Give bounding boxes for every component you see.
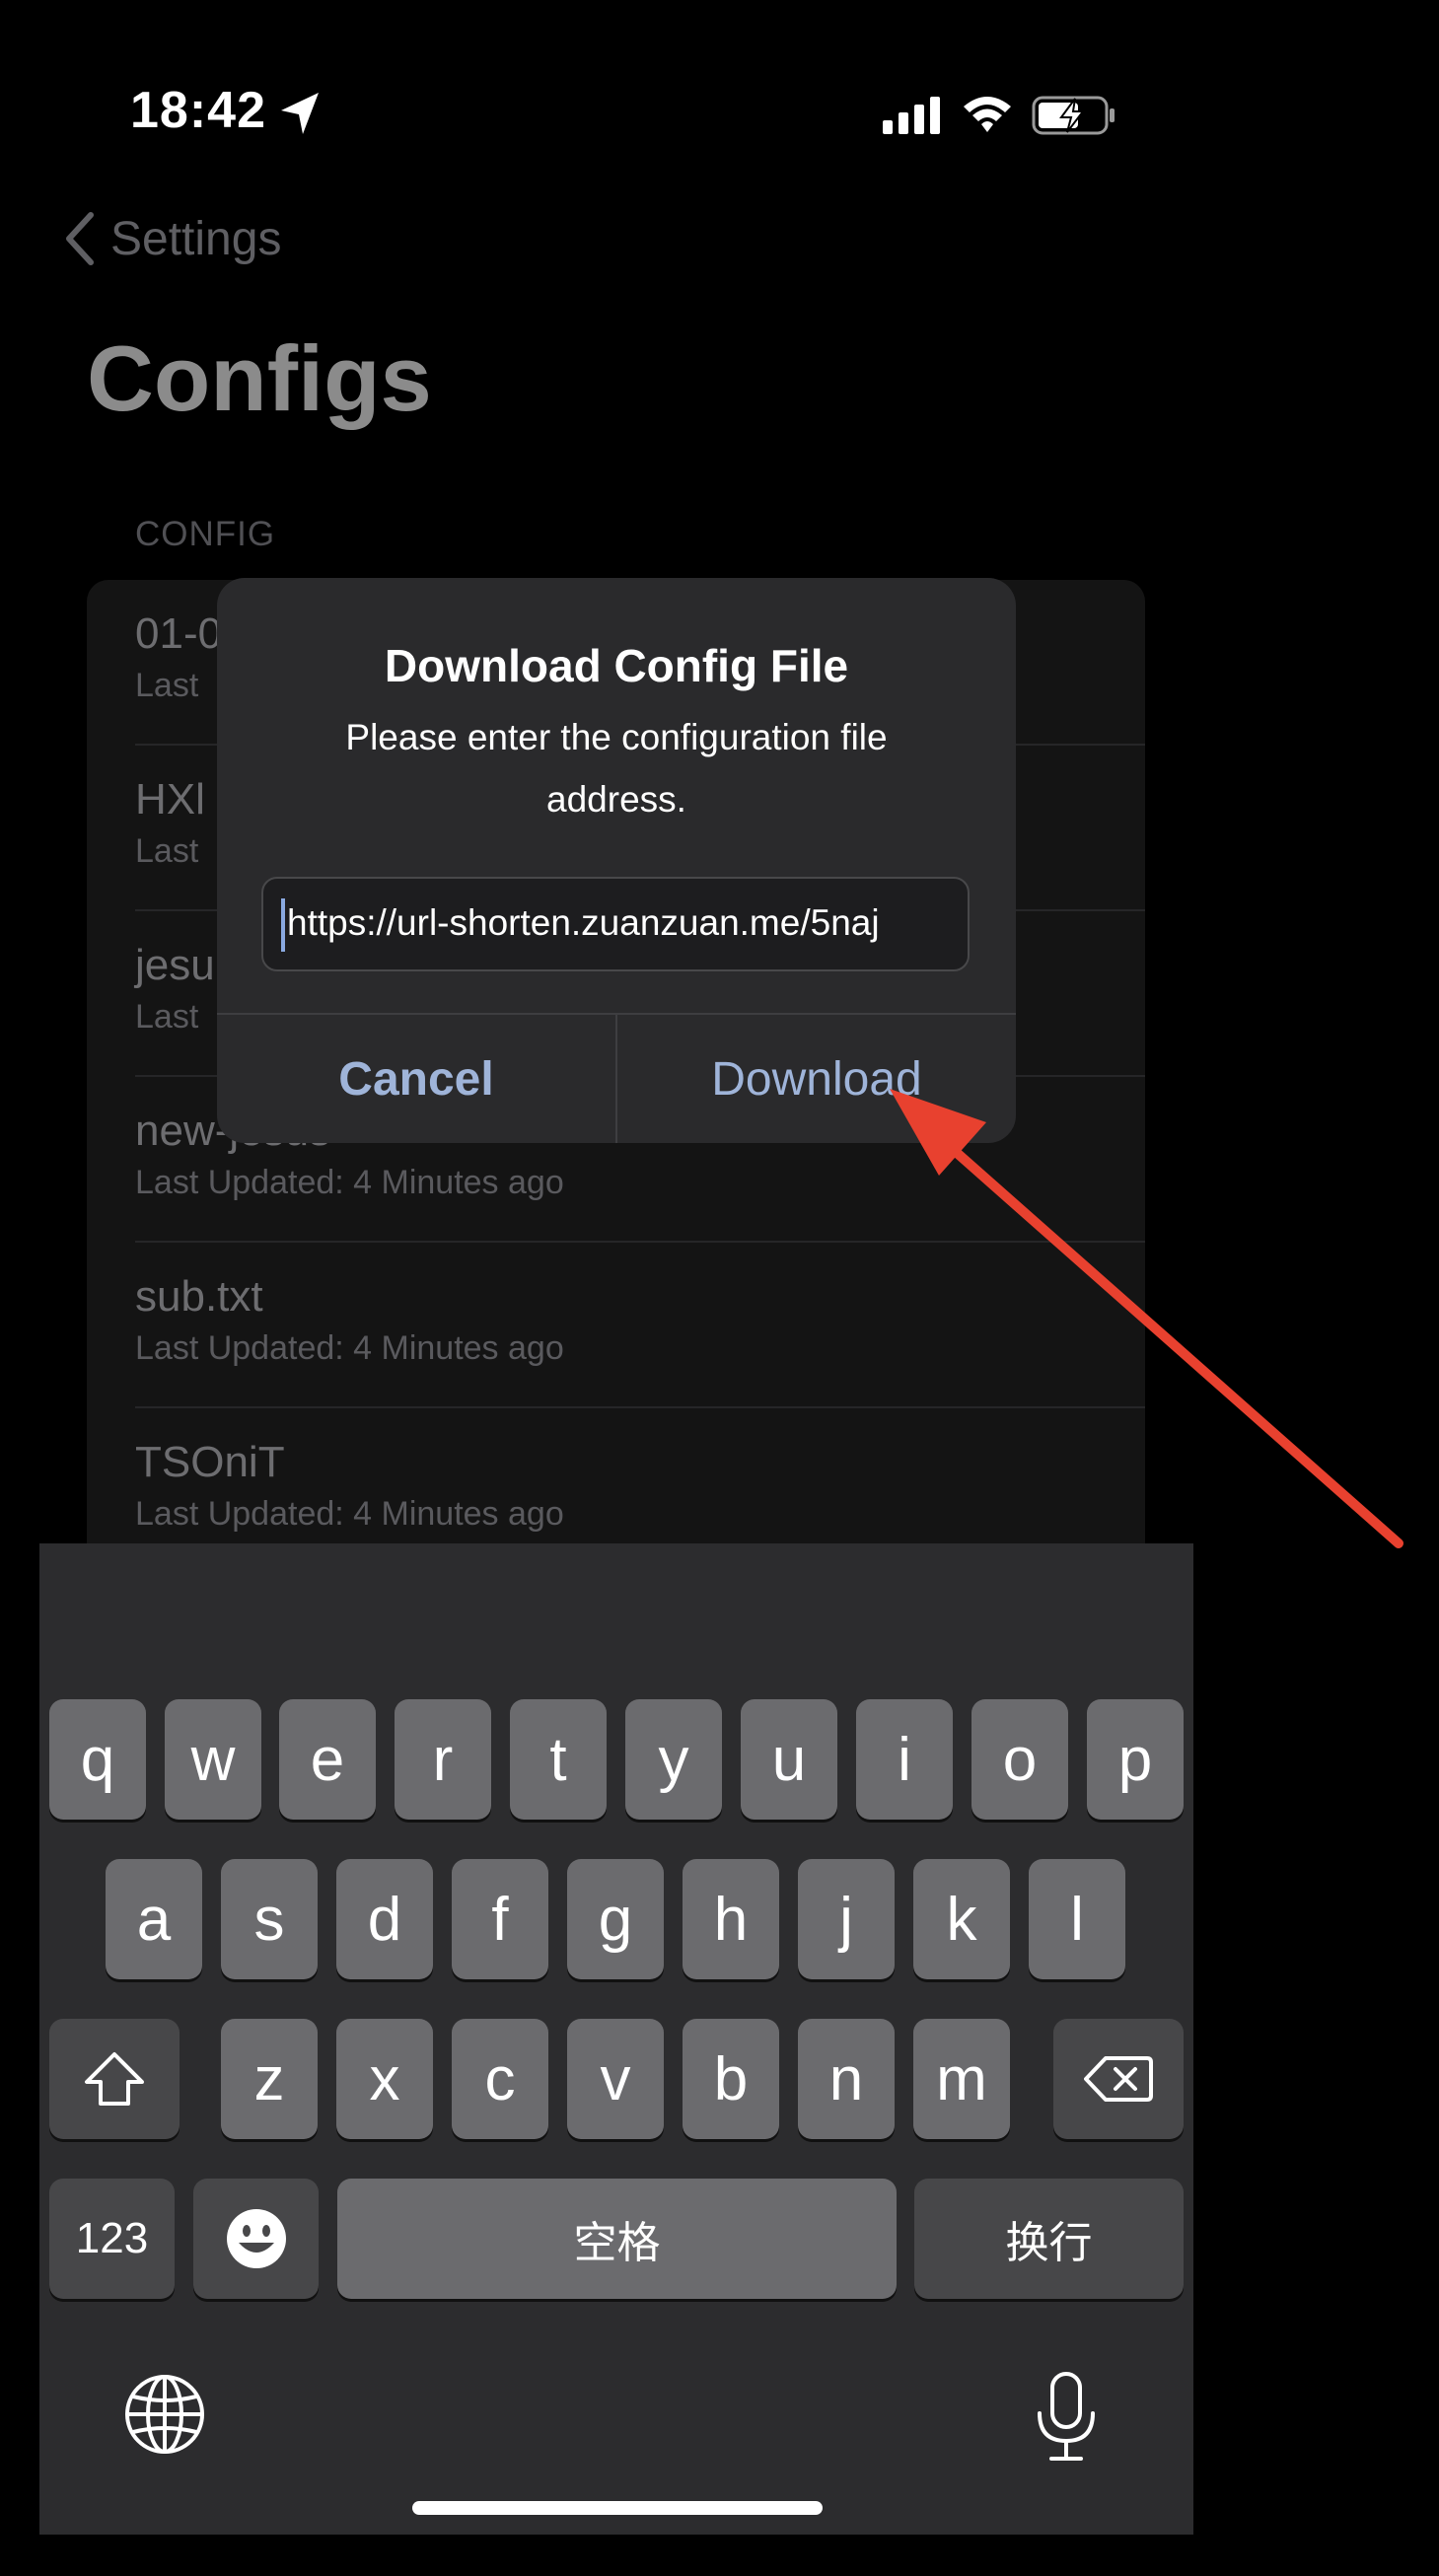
numbers-key[interactable]: 123 [49,2179,175,2299]
key-o[interactable]: o [971,1699,1068,1820]
key-e[interactable]: e [279,1699,376,1820]
microphone-icon[interactable] [1032,2370,1101,2463]
config-updated: Last [135,667,199,704]
key-c[interactable]: c [452,2019,548,2139]
battery-charging-icon [1032,96,1115,135]
cellular-signal-icon [883,97,940,134]
config-url-value: https://url-shorten.zuanzuan.me/5naj [287,902,880,943]
key-q[interactable]: q [49,1699,146,1820]
config-name: sub.txt [135,1272,263,1321]
text-caret [281,898,285,952]
key-b[interactable]: b [683,2019,779,2139]
config-updated: Last Updated: 4 Minutes ago [135,1329,564,1367]
section-header: CONFIG [135,515,276,553]
config-name: jesu [135,941,215,989]
key-l[interactable]: l [1029,1859,1125,1979]
page-title: Configs [87,326,432,430]
config-updated: Last [135,832,199,870]
cancel-button[interactable]: Cancel [217,1015,615,1143]
emoji-icon [226,2209,286,2268]
key-j[interactable]: j [798,1859,895,1979]
return-key[interactable]: 换行 [914,2179,1184,2299]
back-button[interactable]: Settings [61,209,281,268]
status-time: 18:42 [130,82,266,139]
download-config-alert: Download Config File Please enter the co… [217,578,1016,1143]
config-row[interactable]: sub.txt Last Updated: 4 Minutes ago [87,1243,1145,1408]
alert-message: Please enter the configuration file addr… [345,717,888,820]
location-arrow-icon [281,93,319,134]
config-updated: Last Updated: 4 Minutes ago [135,1495,564,1533]
key-w[interactable]: w [165,1699,261,1820]
wifi-icon [964,97,1011,132]
key-h[interactable]: h [683,1859,779,1979]
key-p[interactable]: p [1087,1699,1184,1820]
backspace-icon [1084,2056,1153,2102]
alert-title: Download Config File [384,640,849,691]
key-i[interactable]: i [856,1699,953,1820]
config-name: TSOniT [135,1438,285,1486]
key-y[interactable]: y [625,1699,722,1820]
back-label: Settings [110,212,282,265]
key-f[interactable]: f [452,1859,548,1979]
key-z[interactable]: z [221,2019,318,2139]
key-a[interactable]: a [106,1859,202,1979]
key-k[interactable]: k [913,1859,1010,1979]
key-d[interactable]: d [336,1859,433,1979]
key-t[interactable]: t [510,1699,607,1820]
key-g[interactable]: g [567,1859,664,1979]
key-r[interactable]: r [395,1699,491,1820]
key-v[interactable]: v [567,2019,664,2139]
key-u[interactable]: u [741,1699,837,1820]
key-x[interactable]: x [336,2019,433,2139]
keyboard: q w e r t y u i o p a s d f g h j k l z … [39,1543,1193,2535]
config-name: HXl [135,775,205,823]
config-updated: Last Updated: 4 Minutes ago [135,1164,564,1201]
key-m[interactable]: m [913,2019,1010,2139]
config-name: 01-0 [135,609,223,658]
chevron-left-icon [66,212,94,265]
space-key[interactable]: 空格 [337,2179,897,2299]
config-updated: Last [135,998,199,1036]
shift-icon [85,2052,144,2106]
delete-key[interactable] [1053,2019,1184,2139]
shift-key[interactable] [49,2019,180,2139]
key-s[interactable]: s [221,1859,318,1979]
config-row[interactable]: TSOniT Last Updated: 4 Minutes ago [87,1408,1145,1566]
config-url-input[interactable]: https://url-shorten.zuanzuan.me/5naj [261,877,970,971]
emoji-key[interactable] [193,2179,319,2299]
key-n[interactable]: n [798,2019,895,2139]
home-indicator [412,2501,823,2515]
globe-icon[interactable] [123,2373,206,2456]
download-button[interactable]: Download [617,1015,1016,1143]
